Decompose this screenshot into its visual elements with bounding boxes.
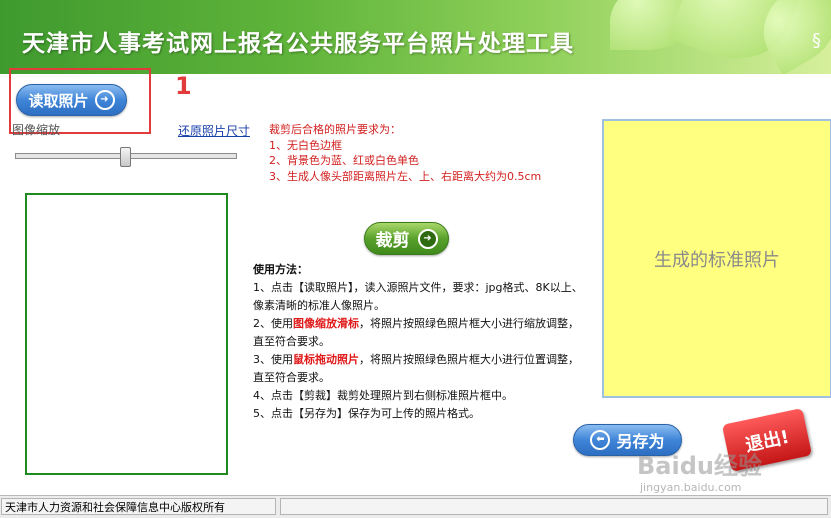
crop-button[interactable]: 裁剪 ➜ <box>364 222 449 255</box>
usage-title: 使用方法： <box>253 263 308 276</box>
arrow-right-icon: ➜ <box>417 228 438 249</box>
status-empty-panel <box>280 498 828 515</box>
leaf-hook-icon: § <box>812 30 821 51</box>
read-photo-label: 读取照片 <box>28 91 89 110</box>
zoom-label: 图像缩放 <box>12 123 61 137</box>
requirement-item: 2、背景色为蓝、红或白色单色 <box>269 154 419 167</box>
zoom-slider-thumb[interactable] <box>120 147 131 167</box>
source-photo-frame[interactable] <box>25 193 228 475</box>
restore-size-link[interactable]: 还原照片尺寸 <box>178 122 250 139</box>
usage-step-5: 5、点击【另存为】保存为可上传的照片格式。 <box>253 407 480 420</box>
status-bar: 天津市人力资源和社会保障信息中心版权所有 <box>0 495 831 518</box>
usage-step-2: 2、使用图像缩放滑标，将照片按照绿色照片框大小进行缩放调整，直至符合要求。 <box>253 317 579 348</box>
usage-instructions: 使用方法： 1、点击【读取照片】，读入源照片文件，要求：jpg格式、8K以上、像… <box>253 261 585 423</box>
read-photo-button[interactable]: 读取照片 ➜ <box>16 84 127 116</box>
watermark-url: jingyan.baidu.com <box>640 481 742 494</box>
requirement-item: 1、无白色边框 <box>269 138 342 152</box>
arrow-left-icon: ⬅ <box>590 430 611 450</box>
watermark-logo: Baidu经验 <box>637 452 762 480</box>
crop-label: 裁剪 <box>375 231 410 251</box>
requirement-item: 3、生成人像头部距离照片左、上、右距离大约为0.5cm <box>269 169 542 183</box>
requirements-block: 裁剪后合格的照片要求为： 1、无白色边框 2、背景色为蓝、红或白色单色 3、生成… <box>269 122 541 184</box>
standard-photo-frame: 生成的标准照片 <box>602 119 831 398</box>
requirements-title: 裁剪后合格的照片要求为： <box>269 123 401 136</box>
usage-step-3: 3、使用鼠标拖动照片，将照片按照绿色照片框大小进行位置调整，直至符合要求。 <box>253 353 579 384</box>
usage-step-4: 4、点击【剪裁】裁剪处理照片到右侧标准照片框中。 <box>253 389 513 402</box>
usage-step-1: 1、点击【读取照片】，读入源照片文件，要求：jpg格式、8K以上、像素清晰的标准… <box>253 281 583 312</box>
arrow-right-icon: ➜ <box>94 90 115 110</box>
standard-photo-placeholder: 生成的标准照片 <box>654 249 780 271</box>
title-bar: 天津市人事考试网上报名公共服务平台照片处理工具 § <box>0 0 831 74</box>
app-title: 天津市人事考试网上报名公共服务平台照片处理工具 <box>22 31 574 57</box>
annotation-number: 1 <box>175 72 192 100</box>
status-copyright: 天津市人力资源和社会保障信息中心版权所有 <box>1 498 276 515</box>
